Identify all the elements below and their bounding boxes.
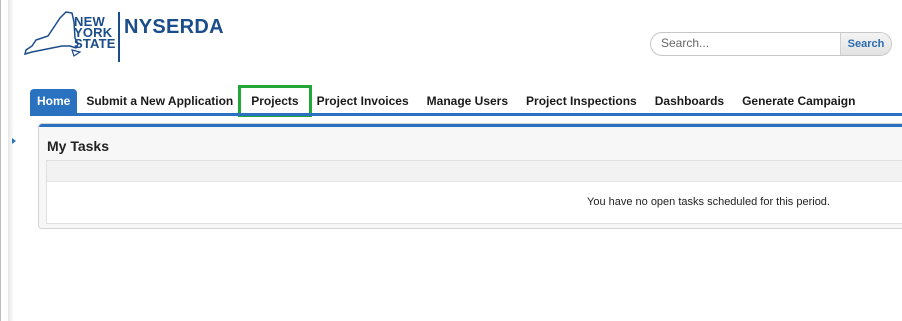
panel-accent-line xyxy=(39,124,902,127)
nyserda-logo[interactable]: NEW YORK STATE NYSERDA xyxy=(22,10,224,66)
search-box: Search xyxy=(650,32,892,56)
logo-line-state: STATE xyxy=(74,36,116,51)
new-york-state-wordmark: NEW YORK STATE xyxy=(74,15,116,51)
new-york-state-map-icon xyxy=(23,11,82,57)
tab-project-invoices[interactable]: Project Invoices xyxy=(308,89,418,113)
tab-bar-underline xyxy=(30,113,902,116)
search-button[interactable]: Search xyxy=(840,33,891,55)
tab-generate-campaign[interactable]: Generate Campaign xyxy=(733,89,864,113)
tasks-list: You have no open tasks scheduled for thi… xyxy=(46,160,902,224)
panel-title: My Tasks xyxy=(47,138,109,154)
search-input[interactable] xyxy=(651,33,849,53)
tasks-list-header xyxy=(47,161,902,182)
empty-tasks-message: You have no open tasks scheduled for thi… xyxy=(587,196,830,208)
tab-project-inspections[interactable]: Project Inspections xyxy=(517,89,646,113)
tab-dashboards[interactable]: Dashboards xyxy=(646,89,733,113)
my-tasks-panel: My Tasks You have no open tasks schedule… xyxy=(38,123,902,229)
tab-projects[interactable]: Projects xyxy=(238,85,312,117)
nyserda-wordmark: NYSERDA xyxy=(124,16,224,38)
tab-submit-new-application[interactable]: Submit a New Application xyxy=(77,89,242,113)
tab-manage-users[interactable]: Manage Users xyxy=(418,89,517,113)
tab-home[interactable]: Home xyxy=(30,89,78,113)
main-nav-tabs: Home Submit a New Application Projects P… xyxy=(30,85,864,117)
sidebar-toggle-icon[interactable] xyxy=(12,138,16,144)
logo-divider xyxy=(118,12,120,62)
sidebar-edge xyxy=(8,0,14,321)
